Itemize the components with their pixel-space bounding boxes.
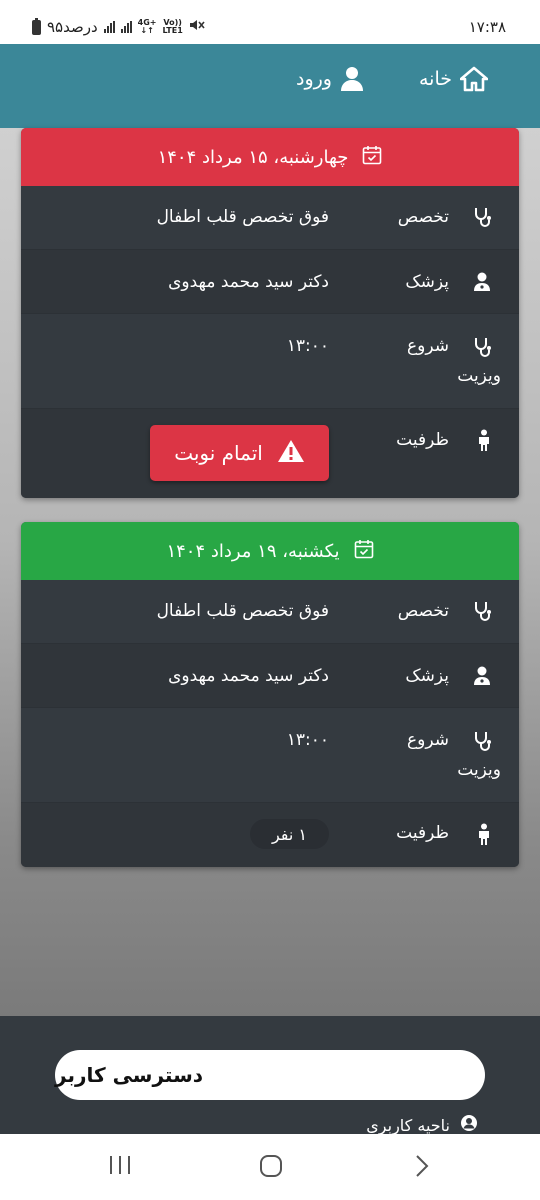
system-navigation-bar bbox=[0, 1134, 540, 1200]
row-specialty: تخصص فوق تخصص قلب اطفال bbox=[21, 186, 519, 250]
stethoscope-icon bbox=[473, 336, 491, 363]
specialty-label: تخصص bbox=[397, 207, 449, 227]
clock: ۱۷:۳۸ bbox=[468, 18, 506, 36]
doctor-label: پزشک bbox=[405, 666, 449, 686]
network-indicator: 4G+ ↓↑ bbox=[137, 18, 157, 35]
start-time-value: ۱۳:۰۰ bbox=[286, 336, 329, 356]
doctor-label: پزشک bbox=[405, 272, 449, 292]
row-capacity: ظرفیت اتمام نوبت bbox=[21, 409, 519, 498]
row-specialty: تخصص فوق تخصص قلب اطفال bbox=[21, 580, 519, 644]
capacity-status-text: اتمام نوبت bbox=[174, 441, 263, 465]
volte-indicator: Vo)) LTE1 bbox=[163, 19, 183, 35]
home-icon bbox=[460, 66, 488, 92]
user-access-panel[interactable]: دسترسی کاربر bbox=[55, 1050, 485, 1100]
lte-text: LTE1 bbox=[162, 26, 183, 35]
status-left: ۹۵درصد 4G+ ↓↑ Vo)) LTE1 bbox=[32, 17, 205, 36]
visit-label: ویزیت bbox=[457, 366, 501, 386]
start-label: شروع bbox=[407, 730, 449, 750]
top-navbar: خانه ورود bbox=[0, 44, 540, 128]
row-start-visit: شروع ویزیت ۱۳:۰۰ bbox=[21, 314, 519, 409]
capacity-label: ظرفیت bbox=[396, 430, 449, 450]
back-icon[interactable] bbox=[414, 1154, 430, 1182]
row-doctor: پزشک دکتر سید محمد مهدوی bbox=[21, 644, 519, 708]
recent-apps-icon[interactable] bbox=[108, 1154, 132, 1180]
user-area-label: ناحیه کاربری bbox=[366, 1115, 450, 1135]
row-capacity: ظرفیت ۱ نفر bbox=[21, 803, 519, 867]
login-label: ورود bbox=[296, 68, 332, 90]
battery-icon bbox=[32, 17, 41, 35]
appointment-date-header: چهارشنبه، ۱۵ مرداد ۱۴۰۴ bbox=[21, 128, 519, 186]
appointment-date-header: یکشنبه، ۱۹ مرداد ۱۴۰۴ bbox=[21, 522, 519, 580]
specialty-value: فوق تخصص قلب اطفال bbox=[156, 601, 329, 621]
nav-login[interactable]: ورود bbox=[296, 66, 364, 92]
start-time-value: ۱۳:۰۰ bbox=[286, 730, 329, 750]
doctor-icon bbox=[473, 272, 491, 297]
row-doctor: پزشک دکتر سید محمد مهدوی bbox=[21, 250, 519, 314]
visit-label: ویزیت bbox=[457, 760, 501, 780]
person-icon bbox=[477, 429, 491, 456]
doctor-icon bbox=[473, 666, 491, 691]
capacity-full-button[interactable]: اتمام نوبت bbox=[150, 425, 329, 481]
specialty-label: تخصص bbox=[397, 601, 449, 621]
signal-icon bbox=[103, 21, 115, 33]
user-circle-icon bbox=[460, 1114, 478, 1134]
stethoscope-icon bbox=[473, 206, 491, 233]
signal-icon-2 bbox=[120, 21, 132, 33]
doctor-value: دکتر سید محمد مهدوی bbox=[168, 666, 329, 686]
user-area-link[interactable]: ناحیه کاربری bbox=[366, 1114, 478, 1134]
appointment-date: یکشنبه، ۱۹ مرداد ۱۴۰۴ bbox=[166, 540, 340, 562]
user-access-title: دسترسی کاربر bbox=[55, 1063, 204, 1087]
user-icon bbox=[340, 66, 364, 92]
row-start-visit: شروع ویزیت ۱۳:۰۰ bbox=[21, 708, 519, 803]
calendar-check-icon bbox=[354, 539, 374, 564]
doctor-value: دکتر سید محمد مهدوی bbox=[168, 272, 329, 292]
battery-text: ۹۵درصد bbox=[47, 18, 98, 36]
footer: دسترسی کاربر ناحیه کاربری bbox=[0, 1016, 540, 1134]
calendar-check-icon bbox=[362, 145, 382, 170]
network-type: 4G+ bbox=[137, 18, 157, 27]
appointment-date: چهارشنبه، ۱۵ مرداد ۱۴۰۴ bbox=[157, 146, 349, 168]
mute-icon bbox=[189, 18, 205, 36]
capacity-label: ظرفیت bbox=[396, 823, 449, 843]
warning-icon bbox=[277, 439, 305, 468]
person-icon bbox=[477, 823, 491, 850]
specialty-value: فوق تخصص قلب اطفال bbox=[156, 207, 329, 227]
stethoscope-icon bbox=[473, 600, 491, 627]
status-bar: ۹۵درصد 4G+ ↓↑ Vo)) LTE1 ۱۷:۳۸ bbox=[0, 0, 540, 44]
appointment-card: یکشنبه، ۱۹ مرداد ۱۴۰۴ تخصص فوق تخصص قلب … bbox=[21, 522, 519, 867]
home-label: خانه bbox=[418, 68, 452, 90]
appointment-card: چهارشنبه، ۱۵ مرداد ۱۴۰۴ تخصص فوق تخصص قل… bbox=[21, 128, 519, 498]
stethoscope-icon bbox=[473, 730, 491, 757]
home-button-icon[interactable] bbox=[259, 1154, 283, 1182]
nav-home[interactable]: خانه bbox=[419, 66, 488, 92]
capacity-badge: ۱ نفر bbox=[249, 819, 329, 849]
start-label: شروع bbox=[407, 336, 449, 356]
